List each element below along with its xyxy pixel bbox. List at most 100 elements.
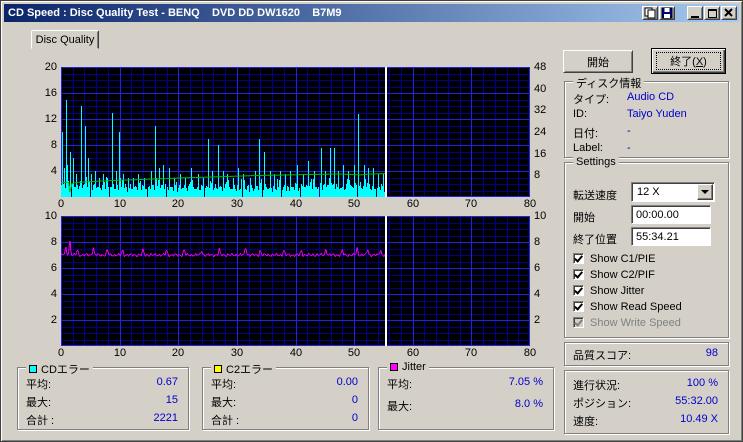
checkbox-icon bbox=[573, 285, 584, 296]
app-window: CD Speed : Disc Quality Test - BENQ DVD … bbox=[0, 0, 743, 442]
axis-tick-label: 60 bbox=[406, 198, 420, 210]
disc-info-title: ディスク情報 bbox=[573, 75, 645, 91]
checkbox-icon bbox=[573, 253, 584, 264]
checkbox-show-read-speed[interactable]: Show Read Speed bbox=[573, 300, 682, 313]
checkbox-show-c1-pie[interactable]: Show C1/PIE bbox=[573, 252, 655, 265]
disc-info-row: タイプ: Audio CD bbox=[573, 91, 675, 106]
combo-dropdown-button[interactable] bbox=[697, 184, 713, 200]
copy-button[interactable] bbox=[642, 6, 658, 20]
axis-tick-label: 48 bbox=[534, 61, 547, 73]
cyan-legend-icon bbox=[29, 365, 37, 373]
quality-score-row: 品質スコア: 98 bbox=[573, 347, 720, 362]
axis-tick-label: 10 bbox=[44, 210, 57, 222]
checkbox-icon bbox=[573, 301, 584, 312]
disc-info-row: ID: Taiyo Yuden bbox=[573, 108, 687, 120]
save-button[interactable] bbox=[659, 6, 675, 20]
axis-tick-label: 8 bbox=[50, 236, 57, 248]
end-position-input[interactable] bbox=[631, 227, 711, 246]
maximize-icon bbox=[707, 8, 717, 18]
axis-tick-label: 30 bbox=[230, 198, 244, 210]
start-position-input[interactable] bbox=[631, 205, 711, 224]
axis-tick-label: 24 bbox=[534, 126, 547, 138]
c1-error-chart bbox=[61, 67, 530, 197]
axis-tick-label: 0 bbox=[57, 347, 65, 359]
c2-errors-legend: C2エラー bbox=[211, 361, 277, 377]
axis-tick-label: 10 bbox=[113, 347, 127, 359]
quality-score-label: 品質スコア: bbox=[573, 350, 632, 362]
magenta-legend-icon bbox=[390, 363, 398, 371]
speed-row: 速度: 10.49 X bbox=[573, 413, 718, 428]
axis-tick-label: 70 bbox=[464, 198, 478, 210]
checkbox-icon bbox=[573, 317, 584, 328]
axis-tick-label: 16 bbox=[534, 148, 547, 160]
quality-score-value: 98 bbox=[705, 347, 718, 359]
chevron-down-icon bbox=[701, 190, 709, 194]
axis-tick-label: 4 bbox=[534, 288, 541, 300]
axis-tick-label: 8 bbox=[534, 169, 541, 181]
stat-row: 平均: 0.67 bbox=[26, 376, 178, 391]
title-bar[interactable]: CD Speed : Disc Quality Test - BENQ DVD … bbox=[4, 4, 739, 22]
checkbox-show-c2-pif[interactable]: Show C2/PIF bbox=[573, 268, 655, 281]
stat-row: 合計 :2221 bbox=[26, 412, 178, 427]
axis-tick-label: 60 bbox=[406, 347, 420, 359]
cd-errors-box: CDエラー 平均: 0.67 最大: 15 合計 :2221 bbox=[17, 361, 189, 430]
progress-box: 進行状況: 100 % ポジション: 55:32.00 速度: 10.49 X bbox=[564, 370, 729, 434]
axis-tick-label: 40 bbox=[289, 347, 303, 359]
maximize-button[interactable] bbox=[704, 6, 720, 20]
quality-score-box: 品質スコア: 98 bbox=[564, 342, 729, 366]
axis-tick-label: 32 bbox=[534, 104, 547, 116]
axis-tick-label: 20 bbox=[171, 347, 185, 359]
axis-tick-label: 50 bbox=[347, 198, 361, 210]
minimize-button[interactable] bbox=[687, 6, 703, 20]
checkbox-show-jitter[interactable]: Show Jitter bbox=[573, 284, 644, 297]
stat-row: 平均: 7.05 % bbox=[387, 376, 543, 391]
minimize-icon bbox=[691, 15, 699, 18]
close-button[interactable] bbox=[721, 6, 737, 20]
stat-row: 平均: 0.00 bbox=[211, 376, 358, 391]
stat-row: 最大: 0 bbox=[211, 394, 358, 409]
checkbox-show-write-speed: Show Write Speed bbox=[573, 316, 681, 329]
stat-row: 合計 :0 bbox=[211, 412, 358, 427]
axis-tick-label: 6 bbox=[534, 262, 541, 274]
jitter-legend: Jitter bbox=[387, 361, 429, 373]
disc-info-row: Label: - bbox=[573, 142, 631, 154]
speed-value: 12 X bbox=[637, 186, 660, 198]
titlebar-buttons bbox=[641, 6, 739, 20]
axis-tick-label: 10 bbox=[113, 198, 127, 210]
position-row: ポジション: 55:32.00 bbox=[573, 395, 718, 410]
axis-tick-label: 20 bbox=[171, 198, 185, 210]
yellow-legend-icon bbox=[214, 365, 222, 373]
cd-errors-legend: CDエラー bbox=[26, 361, 93, 377]
focus-rect bbox=[656, 52, 721, 70]
save-icon bbox=[661, 7, 673, 19]
speed-select[interactable]: 12 X bbox=[631, 182, 715, 202]
settings-group: Settings 転送速度 12 X 開始 終了位置 Show C1/PIE S… bbox=[564, 156, 729, 338]
axis-tick-label: 4 bbox=[50, 165, 57, 177]
axis-tick-label: 50 bbox=[347, 347, 361, 359]
axis-tick-label: 80 bbox=[523, 347, 537, 359]
axis-tick-label: 70 bbox=[464, 347, 478, 359]
start-button[interactable]: 開始 bbox=[563, 50, 633, 73]
window-title: CD Speed : Disc Quality Test - BENQ DVD … bbox=[8, 7, 342, 19]
axis-tick-label: 8 bbox=[534, 236, 541, 248]
axis-tick-label: 2 bbox=[534, 314, 541, 326]
exit-button[interactable]: 終了(X) bbox=[651, 48, 726, 74]
axis-tick-label: 12 bbox=[44, 113, 57, 125]
disc-info-row: 日付: - bbox=[573, 125, 631, 140]
stat-row: 最大: 8.0 % bbox=[387, 398, 543, 413]
axis-tick-label: 20 bbox=[44, 61, 57, 73]
checkbox-icon bbox=[573, 269, 584, 280]
close-icon bbox=[724, 8, 733, 17]
jitter-chart bbox=[61, 216, 530, 346]
copy-icon bbox=[644, 7, 656, 19]
axis-tick-label: 2 bbox=[50, 314, 57, 326]
axis-tick-label: 0 bbox=[57, 198, 65, 210]
axis-tick-label: 80 bbox=[523, 198, 537, 210]
tab-disc-quality[interactable]: Disc Quality bbox=[31, 30, 99, 49]
axis-tick-label: 6 bbox=[50, 262, 57, 274]
axis-tick-label: 4 bbox=[50, 288, 57, 300]
axis-tick-label: 10 bbox=[534, 210, 547, 222]
axis-tick-label: 8 bbox=[50, 139, 57, 151]
progress-row: 進行状況: 100 % bbox=[573, 377, 718, 392]
disc-info-group: ディスク情報 タイプ: Audio CD ID: Taiyo Yuden 日付: - … bbox=[564, 75, 729, 158]
